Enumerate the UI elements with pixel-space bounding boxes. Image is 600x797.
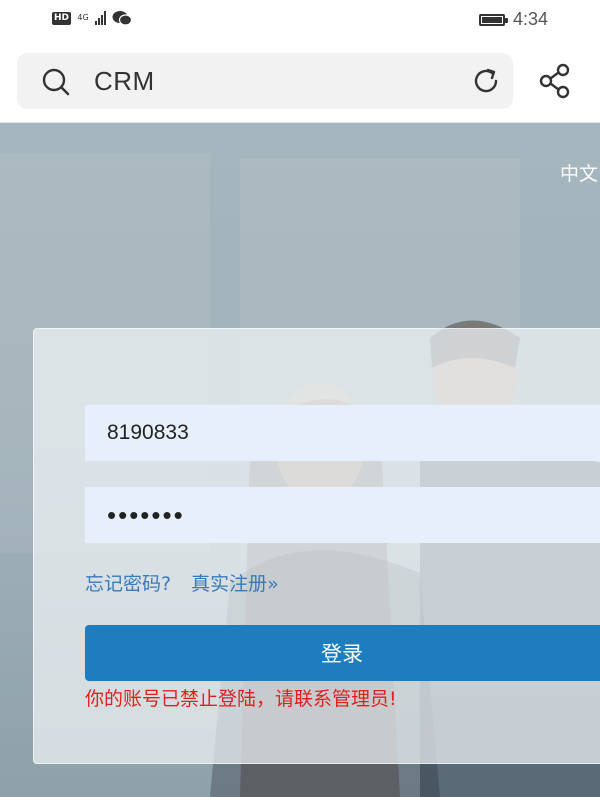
username-field[interactable]: 8190833: [85, 405, 600, 461]
register-link[interactable]: 真实注册»: [191, 569, 279, 596]
auth-links: 忘记密码? 真实注册»: [85, 569, 279, 596]
language-switch-link[interactable]: 中文: [560, 159, 598, 186]
forgot-password-link[interactable]: 忘记密码?: [85, 569, 171, 596]
status-right: 4:34: [478, 9, 548, 30]
browser-toolbar: CRM: [0, 42, 600, 123]
url-text[interactable]: CRM: [94, 66, 155, 97]
network-type: 4G: [77, 13, 89, 22]
login-page: 中文 8190833 ••••••• 忘记密码? 真实注册» 登录 你的账号已禁…: [0, 123, 600, 797]
signal-icon: [95, 11, 107, 25]
clock: 4:34: [512, 9, 548, 29]
hd-badge: HD: [52, 11, 72, 25]
password-field[interactable]: •••••••: [85, 487, 600, 543]
status-bar: HD 4G 4:34: [0, 0, 600, 42]
login-button[interactable]: 登录: [85, 625, 600, 681]
share-icon[interactable]: [538, 63, 572, 99]
status-indicators: HD 4G: [52, 10, 133, 26]
search-icon[interactable]: [41, 67, 71, 97]
login-card: 8190833 ••••••• 忘记密码? 真实注册» 登录 你的账号已禁止登陆…: [33, 328, 600, 764]
login-button-label: 登录: [321, 642, 363, 666]
wechat-icon: [112, 11, 133, 26]
battery-icon: [478, 13, 508, 26]
address-bar[interactable]: CRM: [17, 53, 513, 109]
reload-icon[interactable]: [471, 66, 501, 96]
error-message: 你的账号已禁止登陆，请联系管理员!: [85, 688, 397, 710]
